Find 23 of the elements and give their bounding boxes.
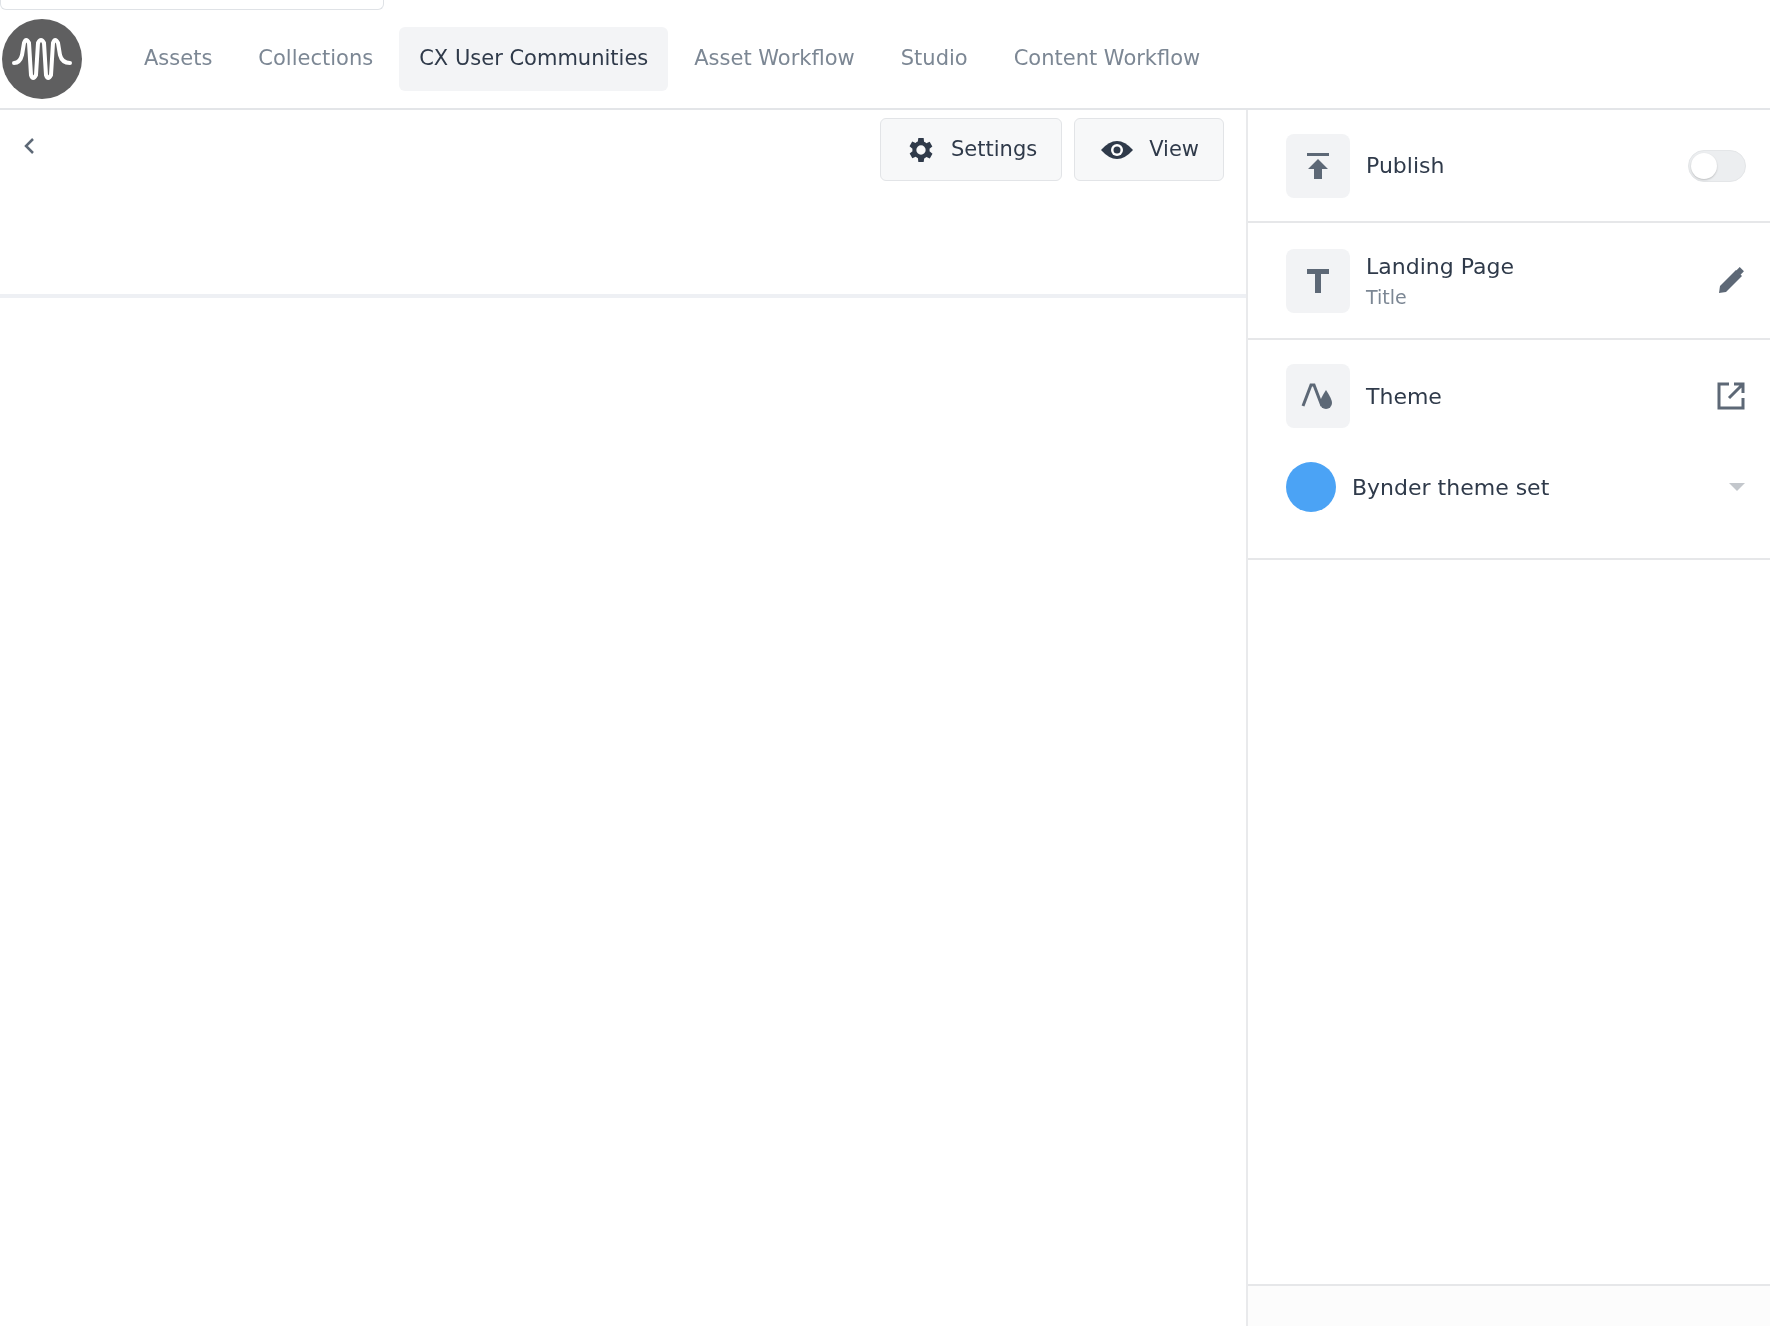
search-field[interactable] [0, 0, 384, 10]
publish-icon [1286, 133, 1350, 198]
nav-tab[interactable]: Content Workflow [993, 27, 1221, 91]
settings-button[interactable]: Settings [880, 118, 1063, 181]
nav-tab[interactable]: CX User Communities [399, 27, 669, 91]
nav-tab[interactable]: Asset Workflow [674, 27, 875, 91]
external-link-icon[interactable] [1716, 381, 1746, 411]
field-caption: Title [1366, 284, 1408, 310]
view-button[interactable]: View [1074, 118, 1224, 181]
toggle-switch[interactable] [1688, 149, 1746, 182]
title-label: Landing Page [1366, 252, 1515, 281]
color-dot [1286, 462, 1336, 512]
edit-icon[interactable] [1716, 265, 1746, 296]
caret-icon [1728, 482, 1746, 492]
theme-label: Theme [1366, 382, 1443, 411]
publish-label: Publish [1366, 152, 1446, 180]
nav-tab[interactable]: Assets [124, 27, 233, 91]
nav-tab[interactable]: Studio [880, 27, 988, 91]
nav-tab[interactable]: Collections [238, 27, 394, 91]
theme-icon [1286, 364, 1350, 428]
theme-set-dropdown[interactable]: Bynder theme set [1352, 470, 1746, 504]
logo-icon[interactable] [2, 19, 82, 99]
text-icon [1286, 248, 1350, 313]
